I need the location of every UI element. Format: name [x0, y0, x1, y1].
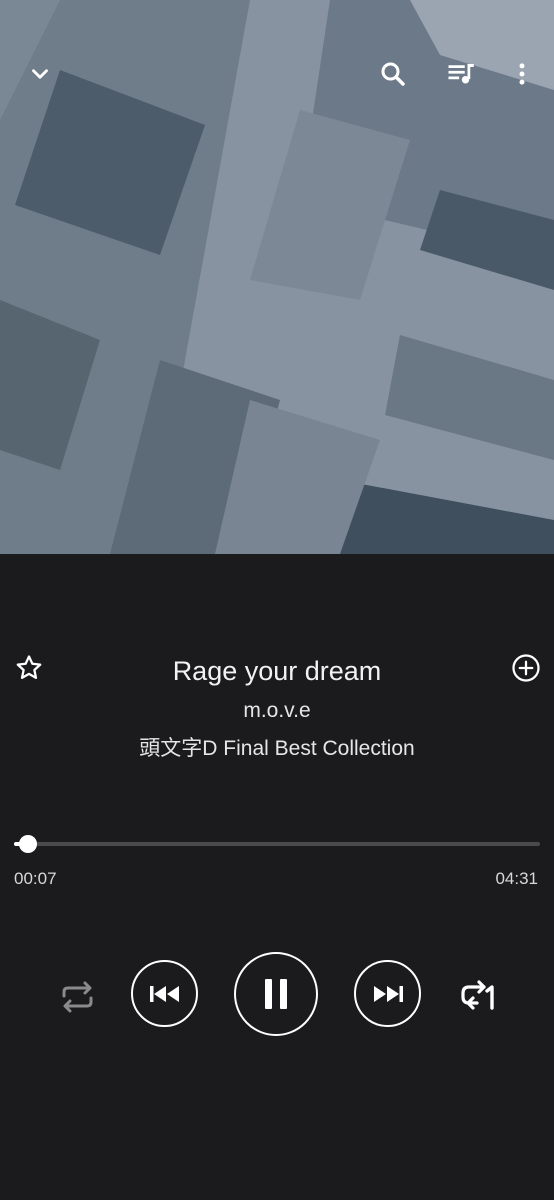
- pause-icon: [265, 979, 287, 1009]
- shuffle-button[interactable]: [52, 972, 102, 1022]
- track-artist[interactable]: m.o.v.e: [60, 696, 494, 726]
- play-pause-button[interactable]: [234, 952, 318, 1036]
- shuffle-icon: [62, 981, 93, 1013]
- track-title: Rage your dream: [172, 656, 382, 686]
- search-icon: [381, 62, 405, 86]
- star-outline-icon: [16, 655, 42, 679]
- skip-previous-icon: [149, 985, 179, 1002]
- elapsed-time: 00:07: [14, 869, 57, 888]
- player-panel: Rage your dream m.o.v.e 頭文字D Final Best …: [0, 554, 554, 1200]
- queue-music-icon: [448, 64, 474, 84]
- search-button[interactable]: [371, 52, 415, 96]
- total-duration: 04:31: [495, 869, 538, 888]
- seek-thumb[interactable]: [19, 835, 37, 853]
- repeat-one-icon: [461, 980, 494, 1010]
- top-bar: [0, 0, 554, 150]
- repeat-one-button[interactable]: [452, 970, 504, 1022]
- previous-button[interactable]: [131, 960, 198, 1027]
- track-album[interactable]: 頭文字D Final Best Collection: [40, 734, 514, 764]
- chevron-down-icon: [32, 69, 48, 79]
- collapse-button[interactable]: [18, 52, 62, 96]
- favorite-button[interactable]: [9, 648, 49, 688]
- next-button[interactable]: [354, 960, 421, 1027]
- more-vert-icon: [519, 63, 525, 85]
- seek-track: [14, 842, 540, 846]
- seek-bar[interactable]: [14, 832, 540, 856]
- add-to-playlist-button[interactable]: [506, 648, 546, 688]
- more-options-button[interactable]: [500, 52, 544, 96]
- queue-button[interactable]: [439, 52, 483, 96]
- skip-next-icon: [373, 985, 403, 1002]
- add-circle-outline-icon: [512, 654, 540, 682]
